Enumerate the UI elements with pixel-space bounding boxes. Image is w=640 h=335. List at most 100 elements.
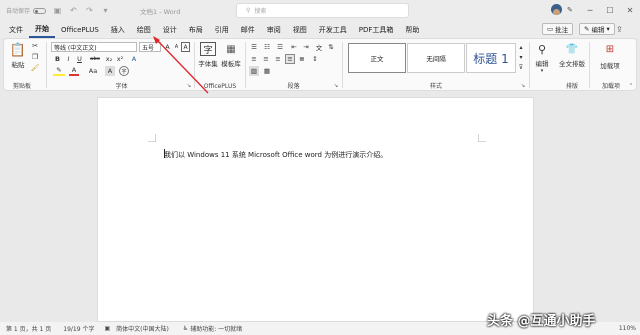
align-right-icon[interactable]: ≡ xyxy=(273,54,283,64)
autosave-toggle[interactable] xyxy=(33,7,47,14)
tab-layout[interactable]: 布局 xyxy=(183,21,209,38)
font-dialog-launcher-icon[interactable]: ↘ xyxy=(186,83,192,89)
avatar[interactable] xyxy=(551,4,562,15)
style-no-spacing[interactable]: 无间隔 xyxy=(407,43,465,73)
redo-icon[interactable]: ↷ xyxy=(85,6,94,15)
save-icon[interactable]: ▣ xyxy=(53,6,62,15)
edit-mode-button[interactable]: ✎ 编辑 ▾ xyxy=(579,23,615,35)
editing-label[interactable]: 编辑 xyxy=(532,58,552,68)
tab-officeplus[interactable]: OfficePLUS xyxy=(55,21,105,38)
template-library-label[interactable]: 模板库 xyxy=(220,58,242,68)
full-text-layout-label[interactable]: 全文排版 xyxy=(557,58,587,68)
addins-icon[interactable]: ⊞ xyxy=(603,42,617,56)
tab-view[interactable]: 视图 xyxy=(287,21,313,38)
document-page[interactable] xyxy=(97,97,534,322)
justify-icon[interactable]: ≡ xyxy=(285,54,295,64)
shrink-font-icon[interactable]: A xyxy=(172,42,181,52)
text-effects-button[interactable]: A xyxy=(129,54,139,64)
sort-icon[interactable]: ⇅ xyxy=(326,42,336,52)
char-border-icon[interactable]: A xyxy=(181,42,190,52)
addins-label[interactable]: 加载项 xyxy=(597,58,623,74)
increase-indent-icon[interactable]: ⇥ xyxy=(301,42,311,52)
bullets-icon[interactable]: ☰ xyxy=(249,42,259,52)
status-page[interactable]: 第 1 页，共 1 页 xyxy=(6,324,51,333)
decrease-indent-icon[interactable]: ⇤ xyxy=(289,42,299,52)
cut-icon[interactable]: ✂ xyxy=(31,42,39,50)
paste-icon[interactable]: 📋 xyxy=(9,42,27,58)
document-text[interactable]: 我们以 Windows 11 系统 Microsoft Office word … xyxy=(164,150,387,160)
shading-icon[interactable]: ▨ xyxy=(249,66,259,76)
find-icon[interactable]: ⚲ xyxy=(534,42,550,56)
style-no-spacing-label: 无间隔 xyxy=(426,55,446,63)
share-icon[interactable]: ⇪ xyxy=(616,25,623,34)
font-set-icon[interactable]: 字 xyxy=(200,42,216,56)
tab-pdf-tools[interactable]: PDF工具箱 xyxy=(353,21,400,38)
multilevel-list-icon[interactable]: ☲ xyxy=(275,42,285,52)
tab-design[interactable]: 设计 xyxy=(157,21,183,38)
align-center-icon[interactable]: ≡ xyxy=(261,54,271,64)
change-case-button[interactable]: Aa xyxy=(87,66,99,76)
style-heading-1[interactable]: 标题 1 xyxy=(466,43,516,73)
status-accessibility[interactable]: 辅助功能: 一切就绪 xyxy=(190,324,242,333)
styles-scroll-down-icon[interactable]: ▾ xyxy=(517,53,525,62)
enclose-char-icon[interactable]: 字 xyxy=(119,66,129,76)
style-normal[interactable]: 正文 xyxy=(348,43,406,73)
zoom-level[interactable]: 110% xyxy=(619,325,636,332)
customize-qat-icon[interactable]: ▾ xyxy=(101,6,110,15)
align-left-icon[interactable]: ≡ xyxy=(249,54,259,64)
status-language[interactable]: 简体中文(中国大陆) xyxy=(116,324,169,333)
maximize-button[interactable]: ☐ xyxy=(600,0,620,21)
font-color-button[interactable]: A xyxy=(69,66,79,76)
chevron-down-icon: ▾ xyxy=(606,25,610,33)
paste-label[interactable]: 粘贴 xyxy=(8,59,28,69)
template-library-icon[interactable]: ▦ xyxy=(223,42,239,56)
underline-button[interactable]: U xyxy=(75,54,84,64)
font-set-label[interactable]: 字体集 xyxy=(197,58,219,68)
distributed-icon[interactable]: ≣ xyxy=(297,54,307,64)
font-name-select[interactable]: 等线 (中文正文) xyxy=(51,42,137,52)
editing-chevron-icon[interactable]: ▾ xyxy=(538,68,546,74)
style-heading-1-label: 标题 1 xyxy=(473,51,509,66)
tab-developer[interactable]: 开发工具 xyxy=(313,21,353,38)
font-size-select[interactable]: 五号 xyxy=(139,42,161,52)
tab-mailings[interactable]: 邮件 xyxy=(235,21,261,38)
pen-icon[interactable]: ✎ xyxy=(567,6,573,14)
tab-home[interactable]: 开始 xyxy=(29,21,55,38)
highlight-icon[interactable]: ✎ xyxy=(53,66,65,76)
document-title: 文档1 - Word xyxy=(140,8,181,16)
tab-help[interactable]: 帮助 xyxy=(399,21,425,38)
accessibility-icon[interactable]: ♿ xyxy=(183,325,188,332)
char-shading-button[interactable]: A xyxy=(105,66,115,76)
tab-review[interactable]: 审阅 xyxy=(261,21,287,38)
line-spacing-icon[interactable]: ↕ xyxy=(310,54,320,64)
styles-dialog-launcher-icon[interactable]: ↘ xyxy=(520,83,526,89)
paragraph-dialog-launcher-icon[interactable]: ↘ xyxy=(333,83,339,89)
italic-button[interactable]: I xyxy=(64,54,73,64)
zoom-area: 110% xyxy=(619,322,636,335)
tab-file[interactable]: 文件 xyxy=(3,21,29,38)
comment-button[interactable]: ▭ 批注 xyxy=(542,23,574,35)
proofing-icon[interactable]: ▣ xyxy=(104,325,110,332)
full-text-layout-icon[interactable]: 👕 xyxy=(564,42,580,56)
copy-icon[interactable]: ❐ xyxy=(31,53,39,61)
undo-icon[interactable]: ↶ xyxy=(69,6,78,15)
tab-references[interactable]: 引用 xyxy=(209,21,235,38)
numbering-icon[interactable]: ☷ xyxy=(262,42,272,52)
chinese-layout-icon[interactable]: 文 xyxy=(314,42,324,52)
borders-icon[interactable]: ▦ xyxy=(262,66,272,76)
status-words[interactable]: 19/19 个字 xyxy=(63,324,94,333)
tab-draw[interactable]: 绘图 xyxy=(131,21,157,38)
bold-button[interactable]: B xyxy=(53,54,62,64)
format-painter-icon[interactable]: 🖌 xyxy=(31,64,40,72)
superscript-button[interactable]: x² xyxy=(115,54,125,64)
tab-insert[interactable]: 插入 xyxy=(105,21,131,38)
close-button[interactable]: ✕ xyxy=(620,0,640,21)
search-box[interactable]: ⚲ 搜索 xyxy=(236,3,409,18)
collapse-ribbon-icon[interactable]: ⌃ xyxy=(628,83,634,89)
grow-font-icon[interactable]: A xyxy=(163,42,172,52)
subscript-button[interactable]: x₂ xyxy=(104,54,114,64)
styles-more-icon[interactable]: ⊽ xyxy=(517,63,525,72)
minimize-button[interactable]: ─ xyxy=(580,0,600,21)
strikethrough-button[interactable]: abc xyxy=(88,54,102,64)
styles-scroll-up-icon[interactable]: ▴ xyxy=(517,43,525,52)
